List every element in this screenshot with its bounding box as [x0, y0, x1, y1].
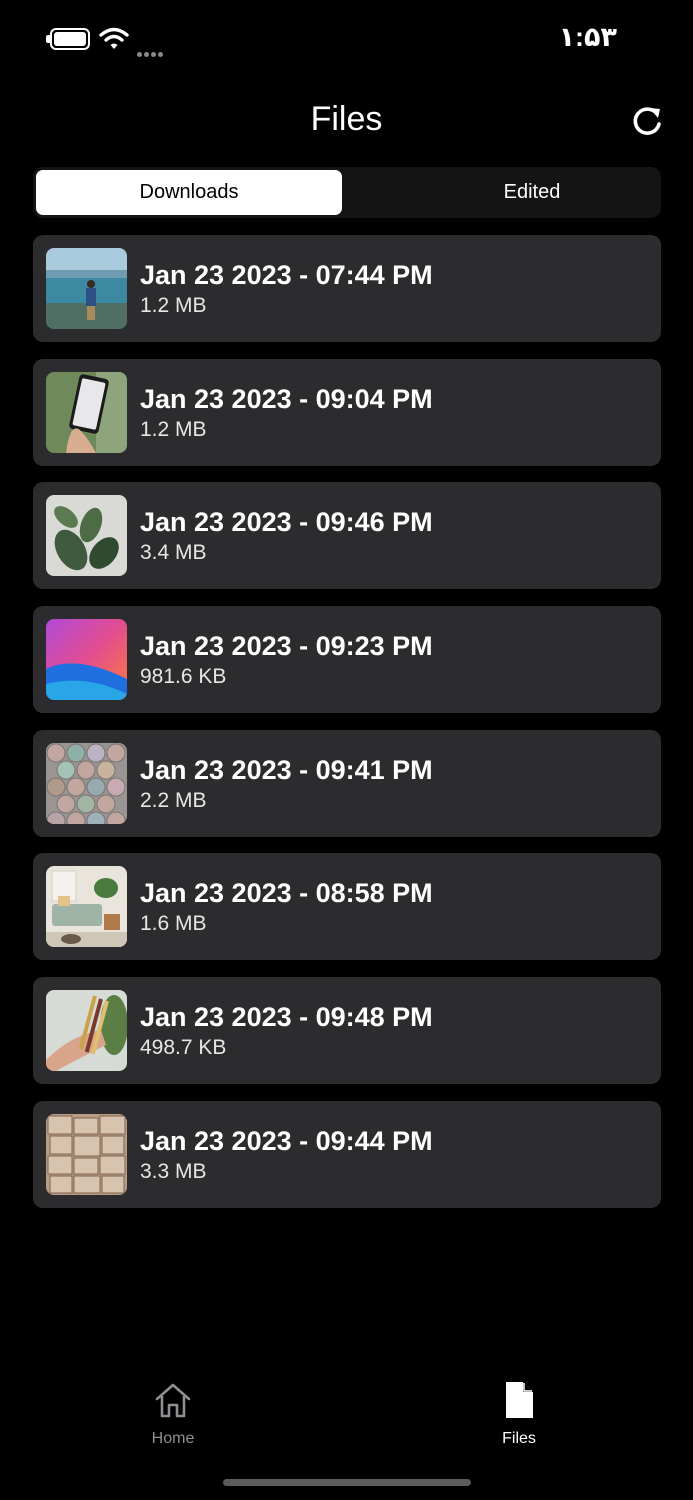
tab-edited[interactable]: Edited — [379, 170, 685, 215]
file-size: 3.3 MB — [140, 1159, 207, 1183]
file-row[interactable]: Jan 23 2023 - 09:04 PM 1.2 MB — [33, 358, 661, 466]
file-row[interactable]: Jan 23 2023 - 09:41 PM 2.2 MB — [33, 729, 661, 837]
file-size: 2.2 MB — [140, 788, 207, 812]
file-title: Jan 23 2023 - 09:23 PM — [140, 631, 433, 662]
cellular-signal-icon — [137, 44, 171, 57]
file-title: Jan 23 2023 - 09:48 PM — [140, 1002, 433, 1033]
hand-pencils-photo-thumbnail — [46, 990, 127, 1072]
file-row[interactable]: Jan 23 2023 - 08:58 PM 1.6 MB — [33, 853, 661, 961]
battery-icon — [46, 28, 90, 50]
home-icon — [155, 1383, 191, 1418]
tab-files-label: Files — [502, 1430, 536, 1447]
phone-map-photo-thumbnail — [46, 371, 127, 453]
file-title: Jan 23 2023 - 09:41 PM — [140, 754, 433, 785]
tab-downloads[interactable]: Downloads — [36, 170, 342, 215]
file-size: 1.6 MB — [140, 912, 207, 936]
file-size: 498.7 KB — [140, 1036, 227, 1060]
tab-home-label: Home — [151, 1430, 195, 1447]
page-title: Files — [310, 100, 383, 138]
tiles-pattern-photo-thumbnail — [46, 742, 127, 824]
file-row[interactable]: Jan 23 2023 - 09:46 PM 3.4 MB — [33, 482, 661, 590]
status-bar: ۱:۵۳ — [0, 0, 693, 80]
file-title: Jan 23 2023 - 09:44 PM — [140, 1125, 433, 1156]
file-row[interactable]: Jan 23 2023 - 09:44 PM 3.3 MB — [33, 1100, 661, 1208]
file-size: 1.2 MB — [140, 294, 207, 317]
files-screen: ۱:۵۳ Files Downloads Edited Jan 23 2023 … — [0, 0, 693, 1500]
beach-photo-thumbnail — [46, 248, 127, 329]
file-row[interactable]: Jan 23 2023 - 09:48 PM 498.7 KB — [33, 977, 661, 1085]
segmented-control: Downloads Edited — [33, 167, 661, 218]
tab-files[interactable]: Files — [459, 1380, 579, 1448]
gradient-wallpaper-thumbnail — [46, 619, 127, 701]
living-room-photo-thumbnail — [46, 866, 127, 948]
file-title: Jan 23 2023 - 09:46 PM — [140, 507, 433, 538]
file-row[interactable]: Jan 23 2023 - 09:23 PM 981.6 KB — [33, 606, 661, 714]
file-title: Jan 23 2023 - 09:04 PM — [140, 383, 433, 414]
tab-home[interactable]: Home — [113, 1380, 233, 1448]
refresh-icon[interactable] — [630, 105, 664, 139]
file-list: Jan 23 2023 - 07:44 PM 1.2 MB Jan 23 202… — [33, 235, 661, 1225]
status-time: ۱:۵۳ — [558, 22, 617, 52]
book-pages-photo-thumbnail — [46, 1113, 127, 1195]
home-indicator — [223, 1479, 471, 1486]
file-icon — [506, 1382, 533, 1418]
file-title: Jan 23 2023 - 08:58 PM — [140, 878, 433, 909]
wifi-icon — [99, 27, 129, 49]
plant-leaves-photo-thumbnail — [46, 495, 127, 577]
file-title: Jan 23 2023 - 07:44 PM — [140, 260, 433, 290]
file-size: 3.4 MB — [140, 541, 207, 565]
file-row[interactable]: Jan 23 2023 - 07:44 PM 1.2 MB — [33, 235, 661, 342]
file-size: 1.2 MB — [140, 417, 207, 441]
file-size: 981.6 KB — [140, 665, 227, 689]
